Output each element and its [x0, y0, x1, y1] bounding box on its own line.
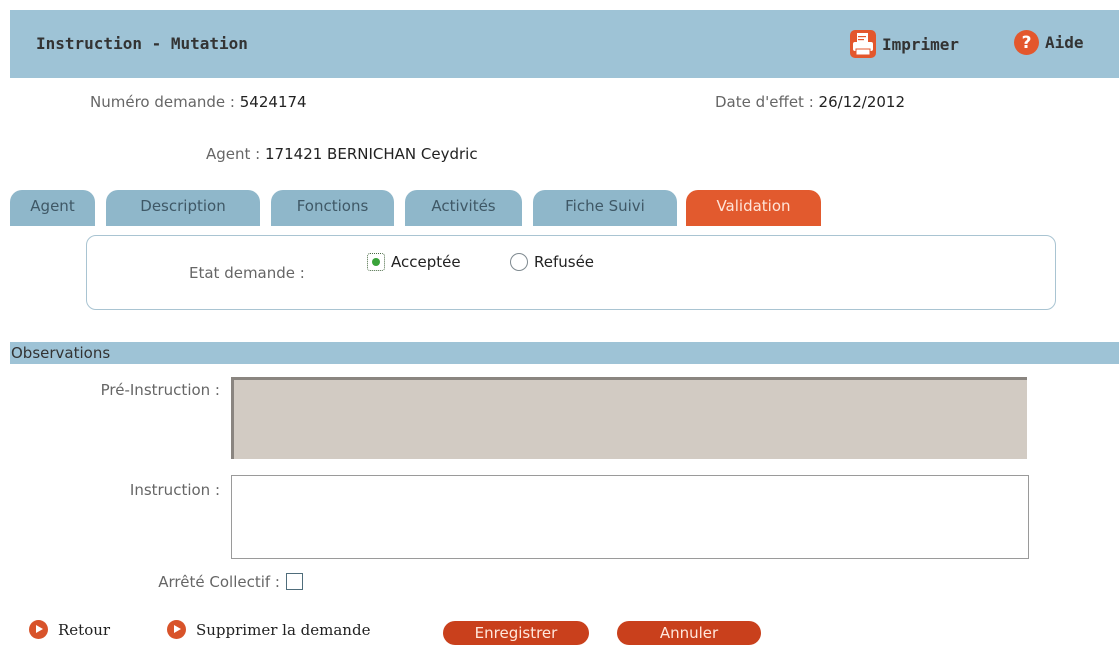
delete-request-link[interactable]: Supprimer la demande — [167, 620, 370, 639]
tab-fonctions[interactable]: Fonctions — [271, 190, 394, 226]
instruction-field[interactable] — [231, 475, 1029, 559]
help-label: Aide — [1045, 33, 1084, 52]
observations-section-header: Observations — [10, 342, 1119, 364]
back-label: Retour — [58, 620, 111, 639]
save-button[interactable]: Enregistrer — [443, 621, 589, 645]
request-status-label: Etat demande : — [189, 264, 305, 282]
help-button[interactable]: ? Aide — [1014, 30, 1084, 55]
tab-fiche-suivi[interactable]: Fiche Suivi — [533, 190, 677, 226]
page-header: Instruction - Mutation Imprimer ? Aide — [10, 10, 1119, 78]
instruction-label: Instruction : — [129, 481, 220, 499]
print-button[interactable]: Imprimer — [850, 30, 959, 58]
request-number: Numéro demande : 5424174 — [90, 93, 307, 111]
tab-validation[interactable]: Validation — [686, 190, 821, 226]
arrete-collectif-checkbox[interactable] — [286, 573, 303, 590]
agent-label: Agent : — [206, 145, 261, 163]
status-refused-radio[interactable]: Refusée — [510, 253, 594, 271]
effective-date-label: Date d'effet : — [715, 93, 814, 111]
tab-label: Validation — [716, 197, 791, 215]
status-accepted-radio[interactable]: Acceptée — [367, 253, 461, 271]
radio-unchecked-icon[interactable] — [510, 253, 528, 271]
agent-value: 171421 BERNICHAN Ceydric — [265, 145, 478, 163]
tab-label: Fonctions — [296, 197, 369, 215]
tab-activites[interactable]: Activités — [405, 190, 522, 226]
tab-label: Activités — [431, 197, 496, 215]
printer-icon — [850, 30, 876, 58]
request-number-value: 5424174 — [239, 93, 307, 111]
tab-label: Agent — [30, 197, 75, 215]
print-label: Imprimer — [882, 34, 960, 54]
tab-agent[interactable]: Agent — [10, 190, 95, 226]
request-number-label: Numéro demande : — [90, 93, 235, 111]
play-arrow-icon — [167, 620, 186, 639]
agent-info: Agent : 171421 BERNICHAN Ceydric — [206, 145, 478, 163]
effective-date: Date d'effet : 26/12/2012 — [715, 93, 905, 111]
delete-request-label: Supprimer la demande — [196, 620, 371, 639]
play-arrow-icon — [29, 620, 48, 639]
pre-instruction-field — [231, 377, 1027, 459]
radio-label: Refusée — [534, 253, 595, 271]
tab-label: Fiche Suivi — [565, 197, 645, 215]
tab-label: Description — [140, 197, 226, 215]
pre-instruction-label: Pré-Instruction : — [100, 381, 220, 399]
cancel-button[interactable]: Annuler — [617, 621, 761, 645]
radio-label: Acceptée — [391, 253, 461, 271]
radio-checked-icon[interactable] — [367, 253, 385, 271]
arrete-collectif-label: Arrêté Collectif : — [158, 573, 280, 591]
tab-description[interactable]: Description — [106, 190, 260, 226]
page-title: Instruction - Mutation — [36, 34, 248, 53]
help-question-icon: ? — [1014, 30, 1039, 55]
back-link[interactable]: Retour — [29, 620, 110, 639]
effective-date-value: 26/12/2012 — [818, 93, 906, 111]
